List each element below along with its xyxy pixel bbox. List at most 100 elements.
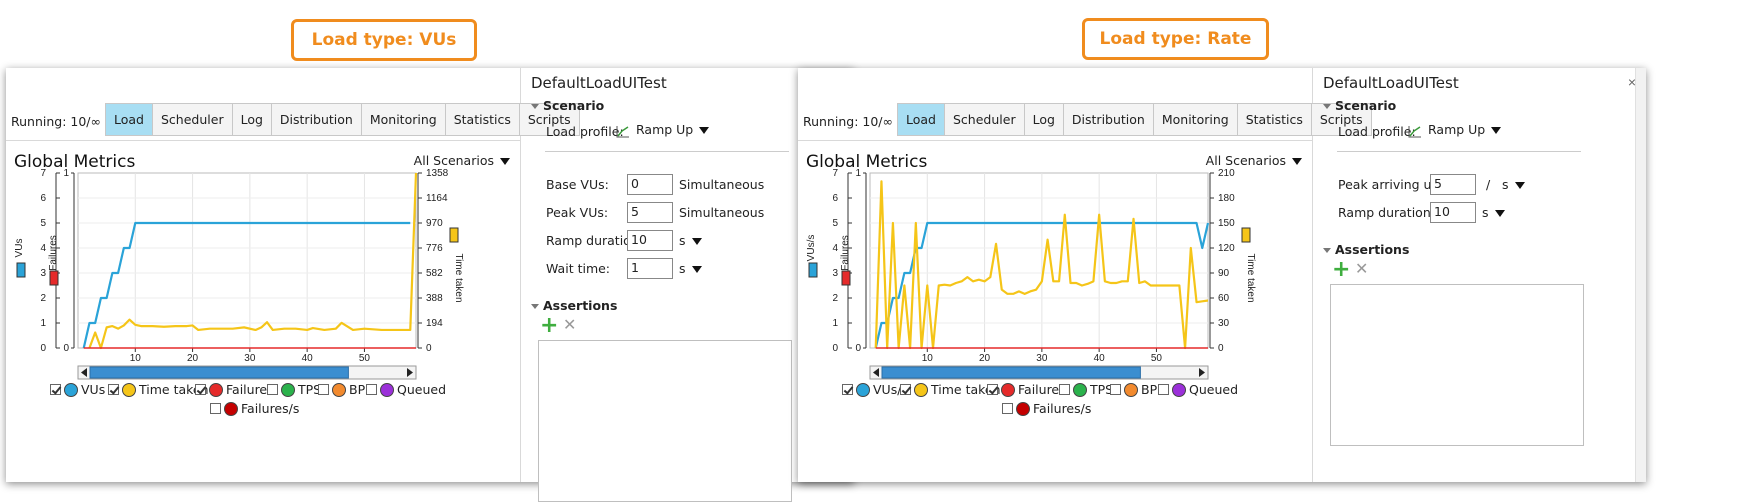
scenario-section-header[interactable]: Scenario xyxy=(531,98,604,113)
loadui-panel-vus: Running: 10/∞ Load Scheduler Log Distributi… xyxy=(6,68,854,502)
chevron-down-icon xyxy=(691,238,702,245)
y-axis-failures-label: Failures xyxy=(48,235,59,271)
test-settings-panel: DefaultLoadUITest × Scenario Load profil… xyxy=(1313,68,1646,482)
unit-label: s xyxy=(1482,205,1489,220)
remove-assertion-icon[interactable]: ✕ xyxy=(563,317,576,333)
assertions-section-header[interactable]: Assertions xyxy=(1323,242,1409,257)
add-assertion-icon[interactable]: + xyxy=(1332,259,1350,281)
assertions-list[interactable] xyxy=(538,340,792,502)
legend-item-time-taken[interactable]: Time taken xyxy=(108,382,209,397)
legend-color-swatch xyxy=(1172,382,1186,397)
legend-checkbox[interactable] xyxy=(1059,384,1070,395)
legend-checkbox[interactable] xyxy=(366,384,377,395)
scenario-section-header[interactable]: Scenario xyxy=(1323,98,1396,113)
legend-item-time-taken[interactable]: Time taken xyxy=(900,382,1001,397)
legend-checkbox[interactable] xyxy=(195,384,206,395)
assertions-section-header[interactable]: Assertions xyxy=(531,298,617,313)
legend-checkbox[interactable] xyxy=(900,384,911,395)
assertions-list[interactable] xyxy=(1330,284,1584,446)
global-metrics-chart: 0123456701030609012015018021010 20 30 40 50V… xyxy=(806,168,1256,380)
legend-color-swatch xyxy=(281,382,295,397)
legend-checkbox[interactable] xyxy=(267,384,278,395)
legend-item-vus-s[interactable]: VUs/s xyxy=(842,382,908,397)
add-assertion-icon[interactable]: + xyxy=(540,315,558,337)
loadui-panel-rate: Running: 10/∞ Load Scheduler Log Distributi… xyxy=(798,68,1646,482)
divider xyxy=(545,151,789,152)
legend-item-failures-s[interactable]: Failures/s xyxy=(210,401,299,416)
y-axis-right-label: Time taken xyxy=(453,253,464,302)
legend-item-queued[interactable]: Queued xyxy=(366,382,446,397)
field-input[interactable]: 0 xyxy=(627,174,673,195)
chart-scroll-thumb[interactable] xyxy=(881,366,1141,379)
remove-assertion-icon[interactable]: ✕ xyxy=(1355,261,1368,277)
x-tick-label: 40 xyxy=(302,353,314,364)
ramp-up-icon xyxy=(616,125,629,137)
legend-checkbox[interactable] xyxy=(1158,384,1169,395)
field-input[interactable]: 10 xyxy=(627,230,673,251)
global-metrics-section: Running: 10/∞ Load Scheduler Log Distributi… xyxy=(798,68,1372,482)
field-input[interactable]: 5 xyxy=(1430,174,1476,195)
legend-item-failures[interactable]: Failures xyxy=(987,382,1066,397)
y-tick-label: 1 xyxy=(40,318,46,329)
legend-item-tps[interactable]: TPS xyxy=(267,382,321,397)
legend-item-bps[interactable]: BPS xyxy=(318,382,373,397)
legend-color-swatch xyxy=(64,382,78,397)
field-input[interactable]: 1 xyxy=(627,258,673,279)
unit-dropdown[interactable]: s xyxy=(1502,177,1525,192)
legend-item-queued[interactable]: Queued xyxy=(1158,382,1238,397)
load-profile-dropdown[interactable]: Ramp Up xyxy=(1408,122,1502,138)
legend-checkbox[interactable] xyxy=(1110,384,1121,395)
right-tick-label: 582 xyxy=(426,268,443,279)
right-tick-label: 30 xyxy=(1218,318,1230,329)
right-tick-label: 150 xyxy=(1218,218,1235,229)
chevron-down-icon xyxy=(1494,210,1505,217)
global-metrics-chart: 012345670101943885827769701164135810 20 30… xyxy=(14,168,464,380)
y-axis-left-label: VUs xyxy=(14,239,25,258)
scrollbar[interactable] xyxy=(1635,68,1646,482)
legend-item-bps[interactable]: BPS xyxy=(1110,382,1165,397)
legend-item-tps[interactable]: TPS xyxy=(1059,382,1113,397)
legend-checkbox[interactable] xyxy=(50,384,61,395)
unit-label: s xyxy=(1502,177,1509,192)
field-label: Wait time: xyxy=(546,261,611,276)
y-tick-label: 7 xyxy=(832,168,838,179)
unit-dropdown[interactable]: s xyxy=(1482,205,1505,220)
right-tick-label: 210 xyxy=(1218,168,1235,179)
x-tick-label: 40 xyxy=(1094,353,1106,364)
divider xyxy=(1337,151,1581,152)
legend-checkbox[interactable] xyxy=(1002,403,1013,414)
y-tick-label: 6 xyxy=(832,193,838,204)
legend-label: Failures/s xyxy=(1033,401,1092,416)
legend-color-swatch xyxy=(332,382,346,397)
legend-item-failures[interactable]: Failures xyxy=(195,382,274,397)
unit-dropdown[interactable]: s xyxy=(679,233,702,248)
field-input[interactable]: 5 xyxy=(627,202,673,223)
y-axis-left-label: VUs/s xyxy=(806,235,817,262)
field-input[interactable]: 10 xyxy=(1430,202,1476,223)
legend-label: VUs xyxy=(81,382,106,397)
chart-scroll-thumb[interactable] xyxy=(89,366,349,379)
legend-checkbox[interactable] xyxy=(108,384,119,395)
right-tick-label: 388 xyxy=(426,293,443,304)
test-title: DefaultLoadUITest xyxy=(531,74,667,92)
y-tick-label: 0 xyxy=(832,343,838,354)
x-tick-label: 20 xyxy=(979,353,991,364)
y-axis-right-label: Time taken xyxy=(1245,253,1256,302)
legend-checkbox[interactable] xyxy=(987,384,998,395)
legend-color-swatch xyxy=(1073,382,1087,397)
legend-item-failures-s[interactable]: Failures/s xyxy=(1002,401,1091,416)
unit-label: Simultaneous xyxy=(679,177,764,192)
legend-item-vus[interactable]: VUs xyxy=(50,382,105,397)
legend-checkbox[interactable] xyxy=(210,403,221,414)
x-tick-label: 30 xyxy=(1036,353,1048,364)
load-profile-label: Load profile: xyxy=(546,124,624,139)
unit-dropdown[interactable]: s xyxy=(679,261,702,276)
legend-color-swatch xyxy=(1124,382,1138,397)
right-tick-label: 1164 xyxy=(426,193,448,204)
y-tick-label: 3 xyxy=(832,268,838,279)
load-profile-dropdown[interactable]: Ramp Up xyxy=(616,122,710,138)
legend-checkbox[interactable] xyxy=(842,384,853,395)
legend-checkbox[interactable] xyxy=(318,384,329,395)
y-tick-label: 5 xyxy=(832,218,838,229)
unit-label: Simultaneous xyxy=(679,205,764,220)
